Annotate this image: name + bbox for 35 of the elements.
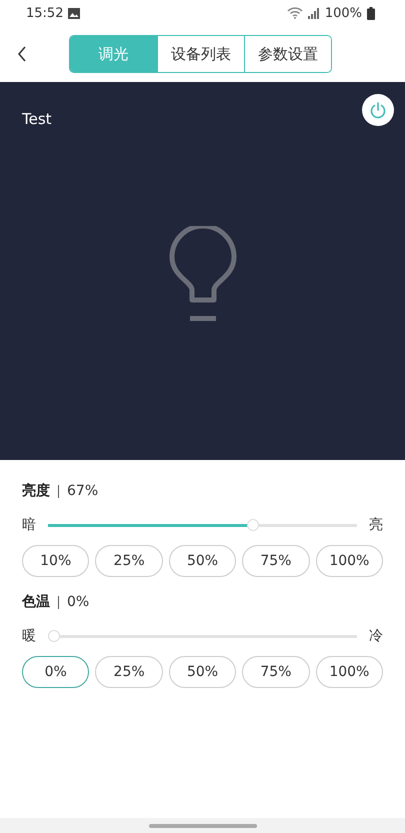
preset-button[interactable]: 0% xyxy=(22,656,90,688)
preset-button[interactable]: 50% xyxy=(168,656,236,688)
power-icon xyxy=(369,101,387,119)
wifi-icon xyxy=(286,7,303,19)
power-button[interactable] xyxy=(362,94,394,126)
preset-button[interactable]: 25% xyxy=(95,656,163,688)
preset-button[interactable]: 25% xyxy=(95,545,163,577)
preset-button[interactable]: 50% xyxy=(168,545,236,577)
slider-thumb[interactable] xyxy=(48,630,60,642)
signal-icon xyxy=(308,8,320,18)
status-time: 15:52 xyxy=(26,6,64,20)
preset-button[interactable]: 75% xyxy=(242,545,310,577)
setting-label: 亮度 xyxy=(22,482,50,500)
slider-thumb[interactable] xyxy=(246,519,259,531)
separator-bar xyxy=(58,484,59,498)
image-icon xyxy=(68,8,80,18)
preset-button[interactable]: 10% xyxy=(22,545,90,577)
light-bulb-icon xyxy=(168,226,238,324)
slider-max-label: 亮 xyxy=(369,516,383,534)
setting-value: 0% xyxy=(67,594,90,610)
battery-percent: 100% xyxy=(324,6,362,20)
slider-min-label: 暖 xyxy=(22,627,36,645)
home-indicator[interactable] xyxy=(148,824,256,828)
setting-label: 色温 xyxy=(22,593,50,611)
back-button[interactable] xyxy=(17,46,27,62)
preset-button[interactable]: 100% xyxy=(316,545,384,577)
battery-icon xyxy=(367,6,375,20)
device-name: Test xyxy=(22,110,52,128)
slider-min-label: 暗 xyxy=(22,516,36,534)
preset-button[interactable]: 75% xyxy=(242,656,310,688)
preset-button[interactable]: 100% xyxy=(316,656,384,688)
separator-bar xyxy=(58,596,59,608)
setting-value: 67% xyxy=(67,483,98,499)
slider-max-label: 冷 xyxy=(369,627,383,645)
tab[interactable]: 参数设置 xyxy=(244,36,331,72)
